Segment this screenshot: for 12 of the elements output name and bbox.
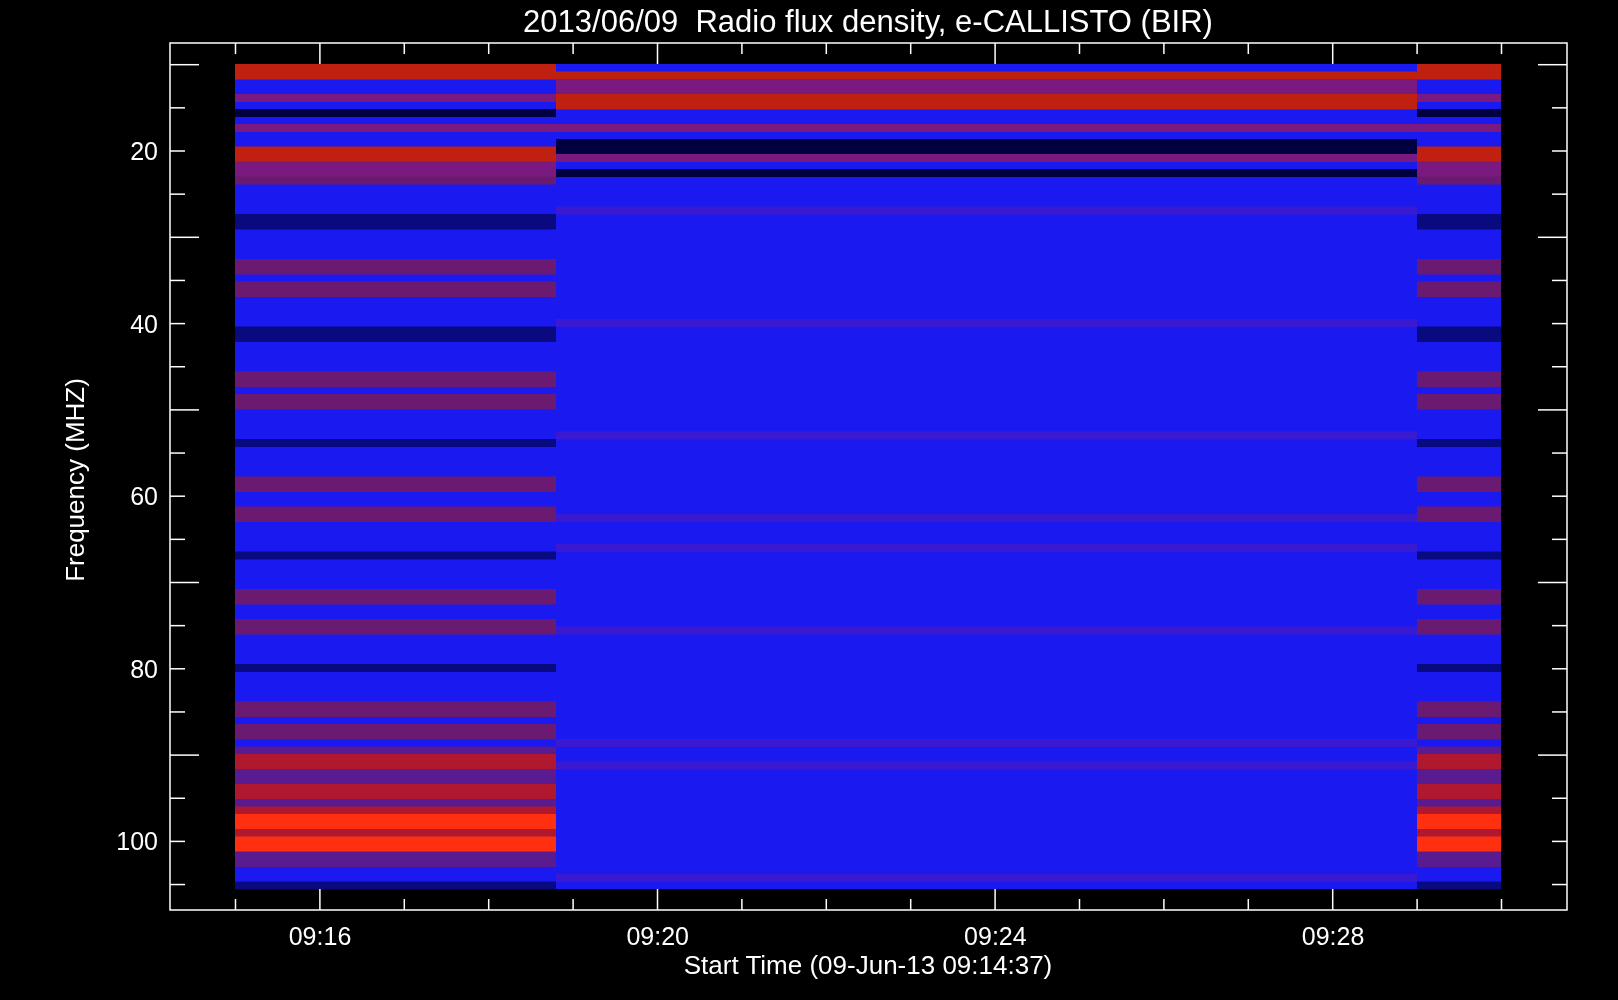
x-tick-label: 09:28 (1301, 922, 1365, 950)
y-tick-label: 80 (130, 654, 158, 683)
chart-title: 2013/06/09 Radio flux density, e-CALLISTO (BIR) (523, 4, 1213, 39)
y-tick-label: 20 (130, 137, 158, 165)
x-axis-title: Start Time (09-Jun-13 09:14:37) (683, 950, 1053, 980)
y-tick-label: 60 (130, 482, 158, 511)
y-tick-label: 40 (130, 309, 158, 338)
x-tick-label: 09:20 (626, 922, 689, 950)
y-tick-label: 100 (116, 827, 158, 856)
x-tick-label: 09:24 (964, 922, 1027, 950)
y-axis-title: Frequency (MHZ) (60, 378, 90, 582)
x-tick-label: 09:16 (288, 922, 352, 950)
